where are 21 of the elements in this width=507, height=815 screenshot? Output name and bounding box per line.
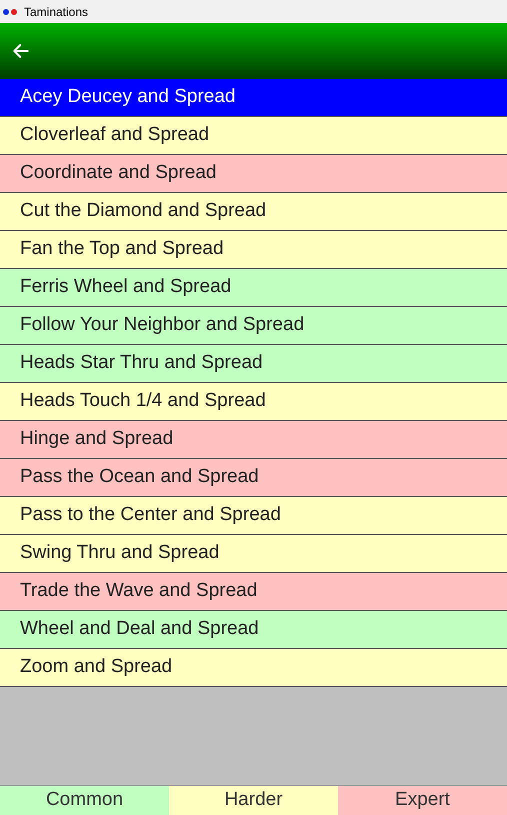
call-list-item[interactable]: Ferris Wheel and Spread xyxy=(0,269,507,307)
call-list-item[interactable]: Hinge and Spread xyxy=(0,421,507,459)
legend-item: Expert xyxy=(338,786,507,815)
legend-item: Harder xyxy=(169,786,338,815)
legend-item: Common xyxy=(0,786,169,815)
call-list-item[interactable]: Trade the Wave and Spread xyxy=(0,573,507,611)
call-list-item[interactable]: Swing Thru and Spread xyxy=(0,535,507,573)
call-list-item[interactable]: Cloverleaf and Spread xyxy=(0,117,507,155)
window-title: Taminations xyxy=(24,4,88,20)
call-list-item[interactable]: Heads Star Thru and Spread xyxy=(0,345,507,383)
call-list-item[interactable]: Coordinate and Spread xyxy=(0,155,507,193)
call-list-item[interactable]: Follow Your Neighbor and Spread xyxy=(0,307,507,345)
call-list-item[interactable]: Fan the Top and Spread xyxy=(0,231,507,269)
call-list-item[interactable]: Cut the Diamond and Spread xyxy=(0,193,507,231)
call-list-item[interactable]: Pass to the Center and Spread xyxy=(0,497,507,535)
app-icon xyxy=(2,6,18,16)
call-list-item[interactable]: Zoom and Spread xyxy=(0,649,507,687)
call-list-item[interactable]: Heads Touch 1/4 and Spread xyxy=(0,383,507,421)
call-list-item[interactable]: Wheel and Deal and Spread xyxy=(0,611,507,649)
call-list-item[interactable]: Pass the Ocean and Spread xyxy=(0,459,507,497)
call-list-item[interactable]: Acey Deucey and Spread xyxy=(0,79,507,117)
